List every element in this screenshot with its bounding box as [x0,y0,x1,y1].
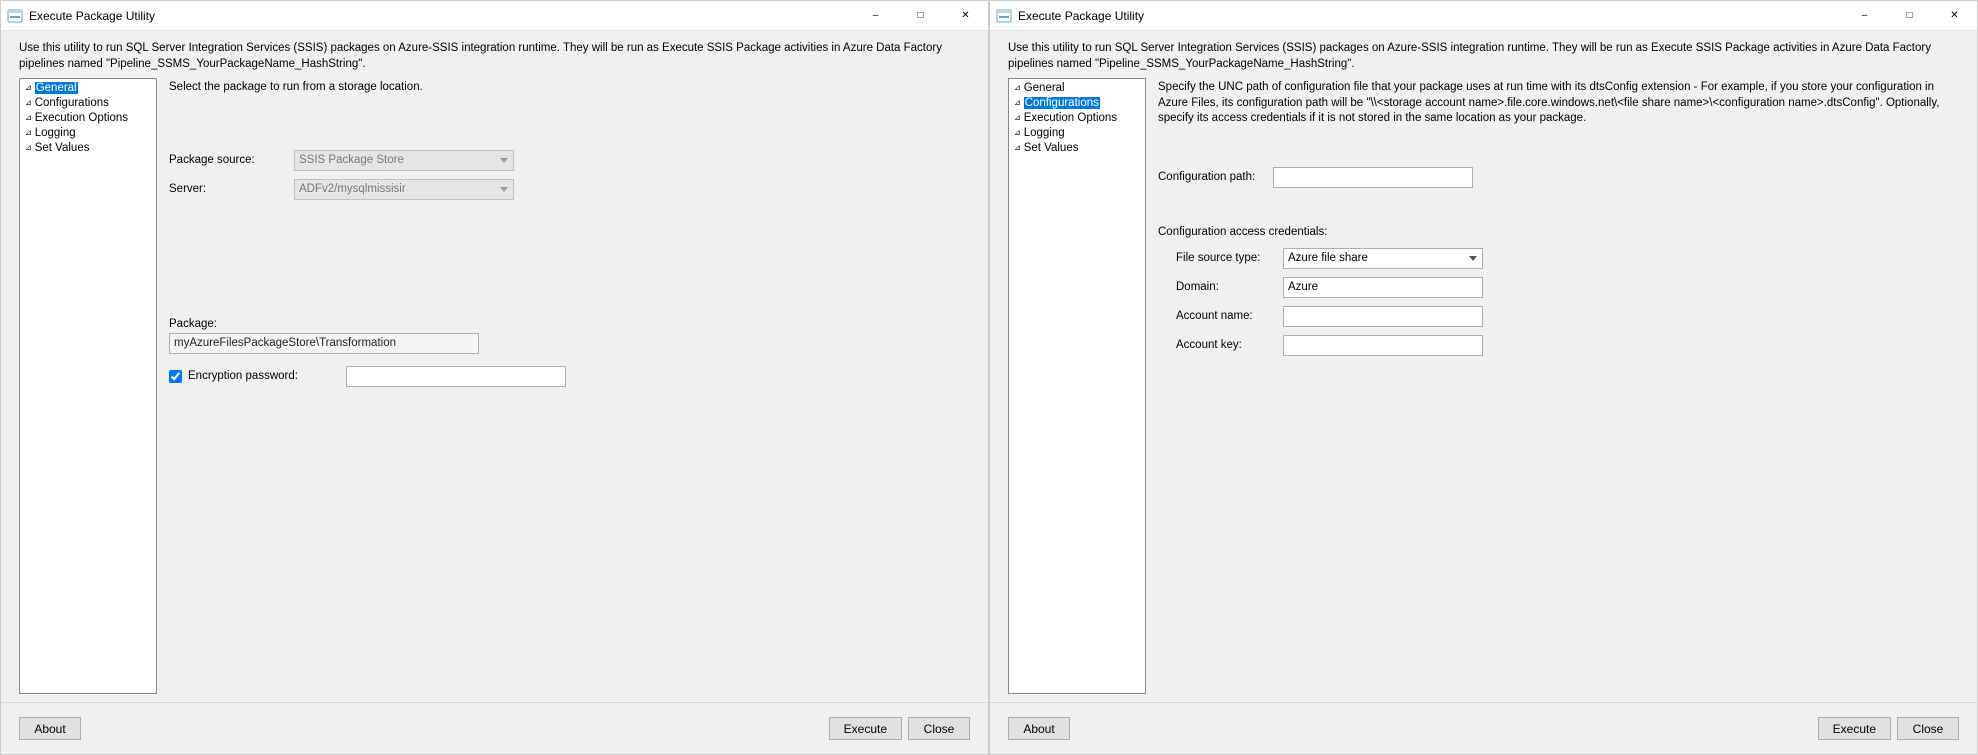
configuration-path-input[interactable] [1273,167,1473,188]
file-source-type-combo[interactable]: Azure file share [1283,248,1483,269]
close-button[interactable]: Close [1897,717,1959,740]
package-input[interactable] [169,333,479,354]
configuration-path-label: Configuration path: [1158,171,1273,183]
nav-item-set-values[interactable]: Set Values [1009,141,1145,156]
close-window-button[interactable]: ✕ [1932,1,1977,30]
window-title: Execute Package Utility [1018,9,1842,23]
utility-description: Use this utility to run SQL Server Integ… [1,31,988,78]
encryption-password-input[interactable] [346,366,566,387]
maximize-button[interactable]: □ [1887,1,1932,30]
file-source-type-label: File source type: [1176,252,1283,264]
about-button[interactable]: About [1008,717,1070,740]
utility-description: Use this utility to run SQL Server Integ… [990,31,1977,78]
package-source-combo[interactable]: SSIS Package Store [294,150,514,171]
window-configurations: Execute Package Utility – □ ✕ Use this u… [989,0,1978,755]
footer: About Execute Close [1,702,988,754]
app-icon [7,8,23,24]
nav-item-general[interactable]: General [1009,81,1145,96]
encryption-password-checkbox[interactable] [169,370,182,383]
config-instruction: Specify the UNC path of configuration fi… [1158,80,1959,127]
nav-item-general[interactable]: General [20,81,156,96]
window-general: Execute Package Utility – □ ✕ Use this u… [0,0,989,755]
package-label: Package: [169,318,970,330]
about-button[interactable]: About [19,717,81,740]
account-key-input[interactable] [1283,335,1483,356]
window-controls: – □ ✕ [1842,1,1977,30]
close-button[interactable]: Close [908,717,970,740]
minimize-button[interactable]: – [1842,1,1887,30]
minimize-button[interactable]: – [853,1,898,30]
maximize-button[interactable]: □ [898,1,943,30]
app-icon [996,8,1012,24]
close-window-button[interactable]: ✕ [943,1,988,30]
nav-item-configurations[interactable]: Configurations [1009,96,1145,111]
server-label: Server: [169,183,294,195]
account-name-label: Account name: [1176,310,1283,322]
footer: About Execute Close [990,702,1977,754]
credentials-heading: Configuration access credentials: [1158,226,1959,238]
nav-item-execution-options[interactable]: Execution Options [20,111,156,126]
nav-tree[interactable]: General Configurations Execution Options… [19,78,157,694]
general-pane: Select the package to run from a storage… [169,78,970,694]
window-controls: – □ ✕ [853,1,988,30]
window-title: Execute Package Utility [29,9,853,23]
encryption-password-label: Encryption password: [188,370,298,382]
nav-tree[interactable]: General Configurations Execution Options… [1008,78,1146,694]
nav-item-logging[interactable]: Logging [1009,126,1145,141]
account-key-label: Account key: [1176,339,1283,351]
titlebar: Execute Package Utility – □ ✕ [1,1,988,31]
general-instruction: Select the package to run from a storage… [169,80,970,96]
execute-button[interactable]: Execute [829,717,902,740]
execute-button[interactable]: Execute [1818,717,1891,740]
nav-item-configurations[interactable]: Configurations [20,96,156,111]
server-combo[interactable]: ADFv2/mysqlmissisir [294,179,514,200]
package-source-label: Package source: [169,154,294,166]
domain-input[interactable] [1283,277,1483,298]
titlebar: Execute Package Utility – □ ✕ [990,1,1977,31]
configurations-pane: Specify the UNC path of configuration fi… [1158,78,1959,694]
domain-label: Domain: [1176,281,1283,293]
nav-item-execution-options[interactable]: Execution Options [1009,111,1145,126]
nav-item-set-values[interactable]: Set Values [20,141,156,156]
nav-item-logging[interactable]: Logging [20,126,156,141]
account-name-input[interactable] [1283,306,1483,327]
